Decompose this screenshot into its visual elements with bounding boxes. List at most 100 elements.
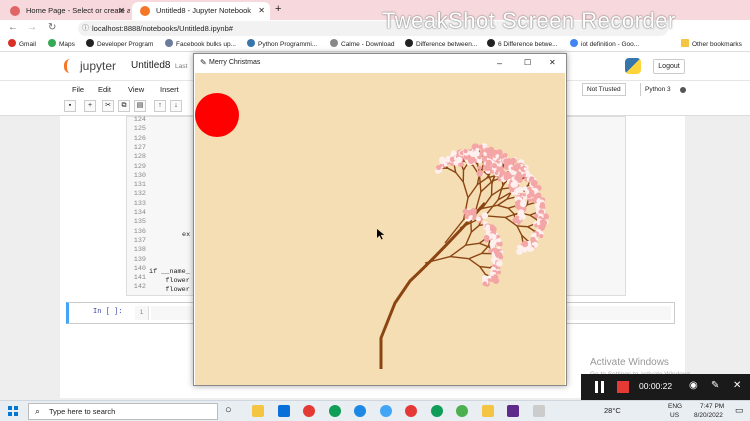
menu-file[interactable]: File xyxy=(72,85,84,94)
blossom xyxy=(523,248,528,253)
camera-icon[interactable]: ◉ xyxy=(689,380,698,391)
blossom xyxy=(493,274,499,280)
line-number: 127 xyxy=(133,143,146,152)
bookmark-facebook[interactable]: Facebook bulks up... xyxy=(165,39,236,50)
line-number: 125 xyxy=(133,125,146,134)
paste-icon[interactable]: ▤ xyxy=(134,100,146,112)
line-number: 134 xyxy=(133,209,146,217)
bookmark-python[interactable]: Python Programmi... xyxy=(247,39,317,50)
blossom xyxy=(496,251,503,258)
google-icon xyxy=(570,39,578,47)
blossom xyxy=(504,159,509,164)
pinned-app-icon[interactable] xyxy=(277,405,290,417)
stop-icon[interactable] xyxy=(617,381,629,393)
clock-date[interactable]: 8/20/2022 xyxy=(694,412,723,419)
windows-start-icon[interactable] xyxy=(8,406,18,416)
kernel-status-icon xyxy=(680,87,686,93)
blossom xyxy=(510,181,518,188)
tab-jupyter[interactable]: Untitled8 - Jupyter Notebook ✕ xyxy=(132,2,270,20)
close-tab-icon[interactable]: ✕ xyxy=(118,2,125,20)
pinned-app-icon[interactable] xyxy=(303,405,315,417)
menu-view[interactable]: View xyxy=(128,85,144,94)
pinned-app-icon[interactable] xyxy=(405,405,417,417)
page-icon xyxy=(330,39,338,47)
turtle-canvas[interactable] xyxy=(195,73,565,385)
notifications-icon[interactable]: ▭ xyxy=(735,405,744,416)
forward-icon[interactable]: → xyxy=(27,22,37,33)
pause-icon[interactable] xyxy=(595,381,598,393)
minimize-icon[interactable]: – xyxy=(497,54,502,72)
new-tab-button[interactable]: + xyxy=(275,3,281,15)
branch xyxy=(455,172,464,183)
language-indicator[interactable]: ENG xyxy=(668,403,682,410)
save-icon[interactable]: ▪ xyxy=(64,100,76,112)
bookmark-gmail[interactable]: Gmail xyxy=(8,39,36,50)
recorder-watermark: TweakShot Screen Recorder xyxy=(382,8,676,33)
cut-icon[interactable]: ✂ xyxy=(102,100,114,112)
notebook-name[interactable]: Untitled8 xyxy=(131,60,170,71)
bookmark-difference-2[interactable]: 6 Difference betwe... xyxy=(487,39,558,50)
other-bookmarks[interactable]: Other bookmarks xyxy=(681,39,742,50)
tab-label: Untitled8 - Jupyter Notebook xyxy=(156,6,252,15)
bookmark-calme[interactable]: Calme - Download xyxy=(330,39,394,50)
back-icon[interactable]: ← xyxy=(8,22,18,33)
task-view-icon[interactable]: ○ xyxy=(225,404,232,416)
edit-icon[interactable]: ✎ xyxy=(711,380,719,391)
recorder-controls: 00:00:22 ◉ ✎ ✕ xyxy=(581,374,750,400)
jupyter-logo-text[interactable]: jupyter xyxy=(80,59,116,73)
reload-icon[interactable]: ↻ xyxy=(48,22,56,33)
clock-time[interactable]: 7:47 PM xyxy=(700,403,724,410)
menu-edit[interactable]: Edit xyxy=(98,85,111,94)
window-title: Merry Christmas xyxy=(209,59,261,66)
tab-home-page[interactable]: Home Page - Select or create a ... ✕ xyxy=(2,2,130,20)
blossom xyxy=(496,234,500,239)
close-tab-icon[interactable]: ✕ xyxy=(258,2,265,20)
pinned-app-icon[interactable] xyxy=(507,405,519,417)
bookmark-developer-program[interactable]: Developer Program xyxy=(86,39,153,50)
bookmark-iot[interactable]: iot definition - Goo... xyxy=(570,39,639,50)
move-up-icon[interactable]: ↑ xyxy=(154,100,166,112)
add-cell-icon[interactable]: + xyxy=(84,100,96,112)
blossom xyxy=(491,162,498,169)
close-recorder-icon[interactable]: ✕ xyxy=(733,380,741,391)
pinned-app-icon[interactable] xyxy=(456,405,468,417)
window-titlebar[interactable]: ✎ Merry Christmas – ☐ ✕ xyxy=(194,54,566,72)
maximize-icon[interactable]: ☐ xyxy=(524,54,531,72)
menu-insert[interactable]: Insert xyxy=(160,85,179,94)
close-icon[interactable]: ✕ xyxy=(549,54,556,72)
pinned-app-icon[interactable] xyxy=(430,405,443,417)
taskbar-search[interactable]: ⌕ Type here to search xyxy=(28,403,218,420)
copy-icon[interactable]: ⧉ xyxy=(118,100,130,112)
branch xyxy=(480,180,493,193)
pinned-app-icon[interactable] xyxy=(328,405,341,417)
blossom xyxy=(490,239,497,246)
github-icon xyxy=(86,39,94,47)
branch xyxy=(470,224,480,233)
branch xyxy=(468,252,482,260)
branch xyxy=(465,242,480,246)
pinned-app-icon[interactable] xyxy=(354,405,366,417)
turtle-window[interactable]: ✎ Merry Christmas – ☐ ✕ xyxy=(193,53,567,386)
move-down-icon[interactable]: ↓ xyxy=(170,100,182,112)
pinned-app-icon[interactable] xyxy=(379,405,392,417)
blossom xyxy=(436,164,442,171)
logout-button[interactable]: Logout xyxy=(653,59,685,74)
pinned-app-icon[interactable] xyxy=(532,405,545,417)
blossom xyxy=(463,148,468,154)
code-line-136: ex xyxy=(182,231,191,239)
blossom xyxy=(455,156,463,164)
blossom xyxy=(519,245,524,250)
pinned-app-icon[interactable] xyxy=(481,405,494,417)
code-line-140: if __name_ xyxy=(149,268,190,276)
kernel-indicator: Python 3 xyxy=(640,83,675,96)
activate-windows-title: Activate Windows xyxy=(590,357,669,368)
line-number: 140 xyxy=(133,264,146,273)
pinned-app-icon[interactable] xyxy=(252,405,264,417)
bookmark-difference[interactable]: Difference between... xyxy=(405,39,477,50)
branch xyxy=(527,226,535,232)
bookmark-maps[interactable]: Maps xyxy=(48,39,75,50)
branch xyxy=(485,215,506,219)
branch xyxy=(516,225,523,236)
jupyter-logo-icon xyxy=(64,59,76,73)
trust-button[interactable]: Not Trusted xyxy=(582,83,626,96)
